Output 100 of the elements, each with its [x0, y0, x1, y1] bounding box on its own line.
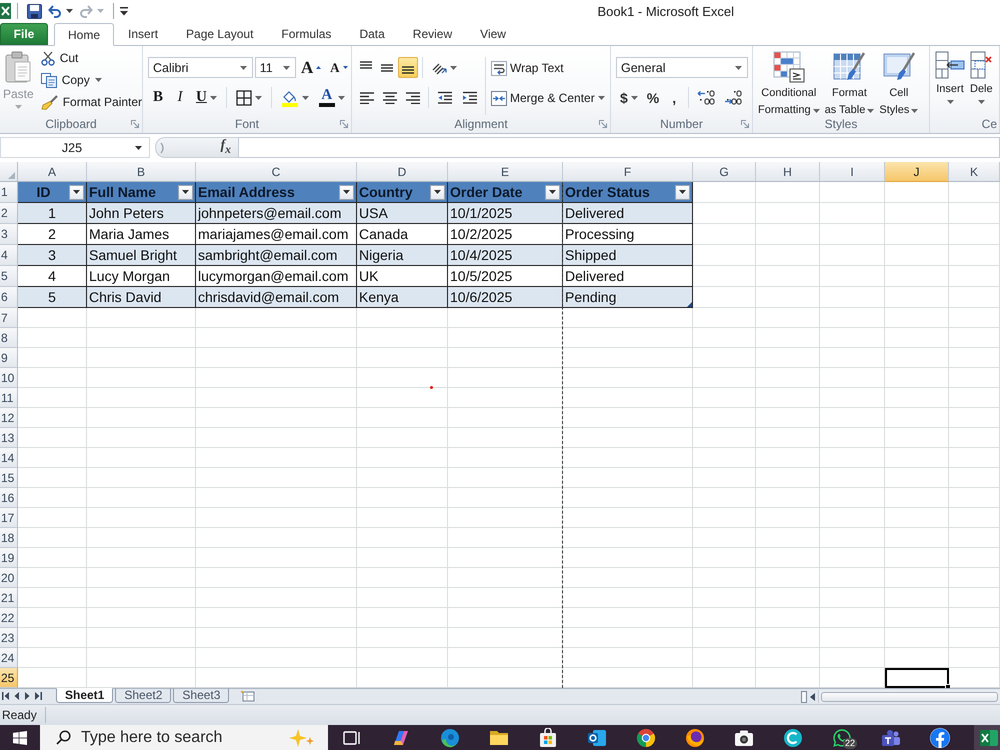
conditional-formatting-button[interactable]: Conditional Formatting	[757, 51, 821, 115]
round-logo-icon[interactable]	[782, 728, 802, 748]
percent-button[interactable]: %	[642, 87, 664, 108]
bold-button[interactable]: B	[148, 87, 168, 108]
font-size-field[interactable]: 11	[254, 57, 296, 78]
row-header[interactable]: 1	[0, 182, 18, 203]
format-painter-button[interactable]: Format Painter	[38, 91, 142, 113]
wrap-text-button[interactable]: Wrap Text	[489, 57, 607, 79]
row-header[interactable]: 24	[0, 648, 18, 668]
dialog-launcher-icon[interactable]	[340, 120, 348, 128]
row-header[interactable]: 9	[0, 348, 18, 368]
shrink-font-button[interactable]: A	[326, 57, 351, 78]
formula-input[interactable]	[238, 137, 1000, 158]
file-tab[interactable]: File	[0, 23, 48, 45]
undo-icon[interactable]	[48, 4, 62, 18]
insert-cells-button[interactable]: Insert	[934, 51, 966, 115]
insert-sheet-icon[interactable]	[239, 690, 256, 702]
scroll-left-icon[interactable]	[810, 692, 815, 700]
table-resize-handle-icon[interactable]	[687, 302, 692, 307]
column-header[interactable]: G	[693, 162, 756, 182]
fox-logo-icon[interactable]	[684, 728, 704, 748]
bottom-align-button[interactable]	[398, 57, 418, 78]
browser-logo-icon[interactable]	[636, 728, 656, 748]
column-header[interactable]: A	[18, 162, 87, 182]
folder-icon[interactable]	[488, 728, 508, 746]
last-sheet-icon[interactable]	[34, 692, 42, 700]
filter-dropdown-button[interactable]	[675, 184, 690, 200]
row-header[interactable]: 16	[0, 488, 18, 508]
row-header[interactable]: 2	[0, 203, 18, 224]
ribbon-tab[interactable]: Page Layout	[172, 23, 268, 45]
row-header[interactable]: 6	[0, 287, 18, 308]
insert-function-button[interactable]: f$_{x}$	[218, 139, 233, 156]
ribbon-tab[interactable]: Review	[398, 23, 466, 45]
ribbon-tab[interactable]: Data	[345, 23, 399, 45]
row-header[interactable]: 18	[0, 528, 18, 548]
cut-button[interactable]: Cut	[38, 47, 142, 69]
scrollbar-thumb[interactable]	[821, 692, 998, 702]
search-input[interactable]: Type here to search	[81, 728, 276, 746]
split-handle-icon[interactable]	[801, 690, 807, 702]
row-header[interactable]: 5	[0, 266, 18, 287]
column-header[interactable]: K	[949, 162, 1000, 182]
row-header[interactable]: 11	[0, 388, 18, 408]
ribbon-tab[interactable]: Formulas	[267, 23, 346, 45]
filter-dropdown-button[interactable]	[339, 184, 354, 200]
spreadsheet-app-icon[interactable]	[974, 725, 1000, 750]
sheet-tab[interactable]: Sheet2	[115, 688, 172, 703]
row-header[interactable]: 15	[0, 468, 18, 488]
dialog-launcher-icon[interactable]	[599, 120, 607, 128]
font-color-button[interactable]: A	[314, 87, 349, 108]
currency-button[interactable]: $	[616, 87, 642, 108]
filter-dropdown-button[interactable]	[178, 184, 193, 200]
row-header[interactable]: 14	[0, 448, 18, 468]
filter-dropdown-button[interactable]	[430, 184, 445, 200]
row-header[interactable]: 20	[0, 568, 18, 588]
sheet-tab[interactable]: Sheet1	[56, 688, 114, 703]
row-header[interactable]: 21	[0, 588, 18, 608]
underline-button[interactable]: U	[192, 87, 221, 108]
horizontal-scrollbar[interactable]	[800, 689, 1000, 704]
merge-center-button[interactable]: Merge & Center	[489, 87, 607, 109]
column-header[interactable]: F	[563, 162, 693, 182]
filter-dropdown-button[interactable]	[545, 184, 560, 200]
row-header[interactable]: 7	[0, 308, 18, 328]
row-header[interactable]: 12	[0, 408, 18, 428]
row-header[interactable]: 8	[0, 328, 18, 348]
font-name-field[interactable]: Calibri	[148, 57, 253, 78]
column-header[interactable]: E	[448, 162, 563, 182]
row-header[interactable]: 17	[0, 508, 18, 528]
ribbon-tab[interactable]: Insert	[114, 23, 172, 45]
dialog-launcher-icon[interactable]	[131, 120, 139, 128]
filter-dropdown-button[interactable]	[69, 184, 84, 200]
swirl-logo-icon[interactable]	[440, 728, 460, 748]
row-header[interactable]: 22	[0, 608, 18, 628]
row-header[interactable]: 19	[0, 548, 18, 568]
team-logo-icon[interactable]	[880, 728, 900, 746]
row-header[interactable]: 3	[0, 224, 18, 245]
row-header[interactable]: 13	[0, 428, 18, 448]
number-format-field[interactable]: General	[616, 57, 748, 78]
task-view-icon[interactable]	[343, 730, 361, 746]
row-header[interactable]: 23	[0, 628, 18, 648]
row-header[interactable]: 4	[0, 245, 18, 266]
format-as-table-button[interactable]: Format as Table	[824, 51, 876, 115]
cell-styles-button[interactable]: Cell Styles	[878, 51, 920, 115]
column-header[interactable]: I	[820, 162, 885, 182]
italic-button[interactable]: I	[170, 87, 190, 108]
column-header[interactable]: C	[196, 162, 357, 182]
comma-style-button[interactable]: ,	[664, 87, 684, 108]
first-sheet-icon[interactable]	[2, 692, 10, 700]
next-sheet-icon[interactable]	[24, 692, 30, 700]
customize-toolbar-icon[interactable]	[120, 6, 128, 16]
grow-font-button[interactable]: A	[298, 57, 325, 78]
column-header[interactable]: J	[885, 162, 949, 182]
social-logo-icon[interactable]	[930, 728, 950, 748]
sheet-tab[interactable]: Sheet3	[173, 688, 230, 703]
resize-handle-icon[interactable]	[160, 142, 166, 154]
column-header[interactable]: D	[357, 162, 448, 182]
copy-button[interactable]: Copy	[38, 69, 142, 91]
ribbon-tab[interactable]: Home	[54, 23, 114, 46]
column-header[interactable]: B	[87, 162, 196, 182]
active-cell[interactable]	[885, 668, 949, 688]
ribbon-tab[interactable]: View	[466, 23, 520, 45]
